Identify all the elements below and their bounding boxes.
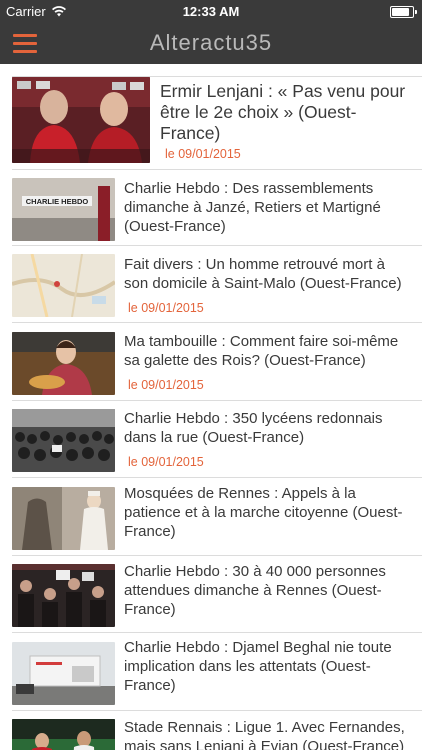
article-item[interactable]: Ermir Lenjani : « Pas venu pour être le …	[0, 77, 422, 169]
article-title: Charlie Hebdo : 350 lycéens redonnais da…	[124, 410, 383, 446]
status-bar: Carrier 12:33 AM	[0, 0, 422, 24]
divider	[12, 245, 422, 246]
battery-icon	[390, 6, 417, 18]
divider	[12, 400, 422, 401]
article-title: Fait divers : Un homme retrouvé mort à s…	[124, 256, 402, 292]
article-title: Mosquées de Rennes : Appels à la patienc…	[124, 485, 403, 540]
article-thumbnail	[12, 564, 115, 627]
app-title: Alteractu35	[149, 30, 273, 55]
divider	[12, 169, 422, 170]
article-thumbnail: CHARLIE HEBDO	[12, 178, 115, 241]
article-date: le 09/01/2015	[128, 378, 204, 392]
article-title: Charlie Hebdo : Djamel Beghal nie toute …	[124, 639, 392, 694]
article-title: Charlie Hebdo : Des rassemblements diman…	[124, 180, 381, 235]
article-item[interactable]: Stade Rennais : Ligue 1. Avec Fernandes,…	[0, 719, 422, 750]
article-title: Stade Rennais : Ligue 1. Avec Fernandes,…	[124, 719, 405, 750]
svg-text:CHARLIE HEBDO: CHARLIE HEBDO	[26, 197, 89, 206]
divider	[12, 477, 422, 478]
article-thumbnail	[12, 254, 115, 317]
article-title: Ma tambouille : Comment faire soi-même s…	[124, 333, 399, 369]
article-title: Ermir Lenjani : « Pas venu pour être le …	[160, 81, 406, 143]
divider	[12, 710, 422, 711]
divider	[12, 555, 422, 556]
clock: 12:33 AM	[182, 4, 240, 19]
article-item[interactable]: Ma tambouille : Comment faire soi-même s…	[0, 332, 422, 400]
article-thumbnail	[12, 642, 115, 705]
article-title: Charlie Hebdo : 30 à 40 000 personnes at…	[124, 563, 386, 618]
divider	[12, 632, 422, 633]
article-thumbnail	[12, 77, 150, 163]
article-item[interactable]: Fait divers : Un homme retrouvé mort à s…	[0, 254, 422, 322]
article-item[interactable]: Mosquées de Rennes : Appels à la patienc…	[0, 485, 422, 555]
article-item[interactable]: Charlie Hebdo : 30 à 40 000 personnes at…	[0, 563, 422, 632]
article-feed[interactable]: Ermir Lenjani : « Pas venu pour être le …	[0, 64, 422, 750]
article-item[interactable]: Charlie Hebdo : 350 lycéens redonnais da…	[0, 409, 422, 477]
article-date: le 09/01/2015	[128, 301, 204, 315]
divider	[12, 322, 422, 323]
article-thumbnail	[12, 409, 115, 472]
article-item[interactable]: Charlie Hebdo : Djamel Beghal nie toute …	[0, 639, 422, 710]
article-item[interactable]: CHARLIE HEBDO Charlie Hebdo : Des rassem…	[0, 178, 422, 246]
article-thumbnail	[12, 487, 115, 550]
nav-bar: Alteractu35	[0, 24, 422, 64]
article-thumbnail	[12, 332, 115, 395]
article-date: le 09/01/2015	[128, 455, 204, 469]
article-date: le 09/01/2015	[165, 147, 241, 161]
article-thumbnail	[12, 719, 115, 750]
